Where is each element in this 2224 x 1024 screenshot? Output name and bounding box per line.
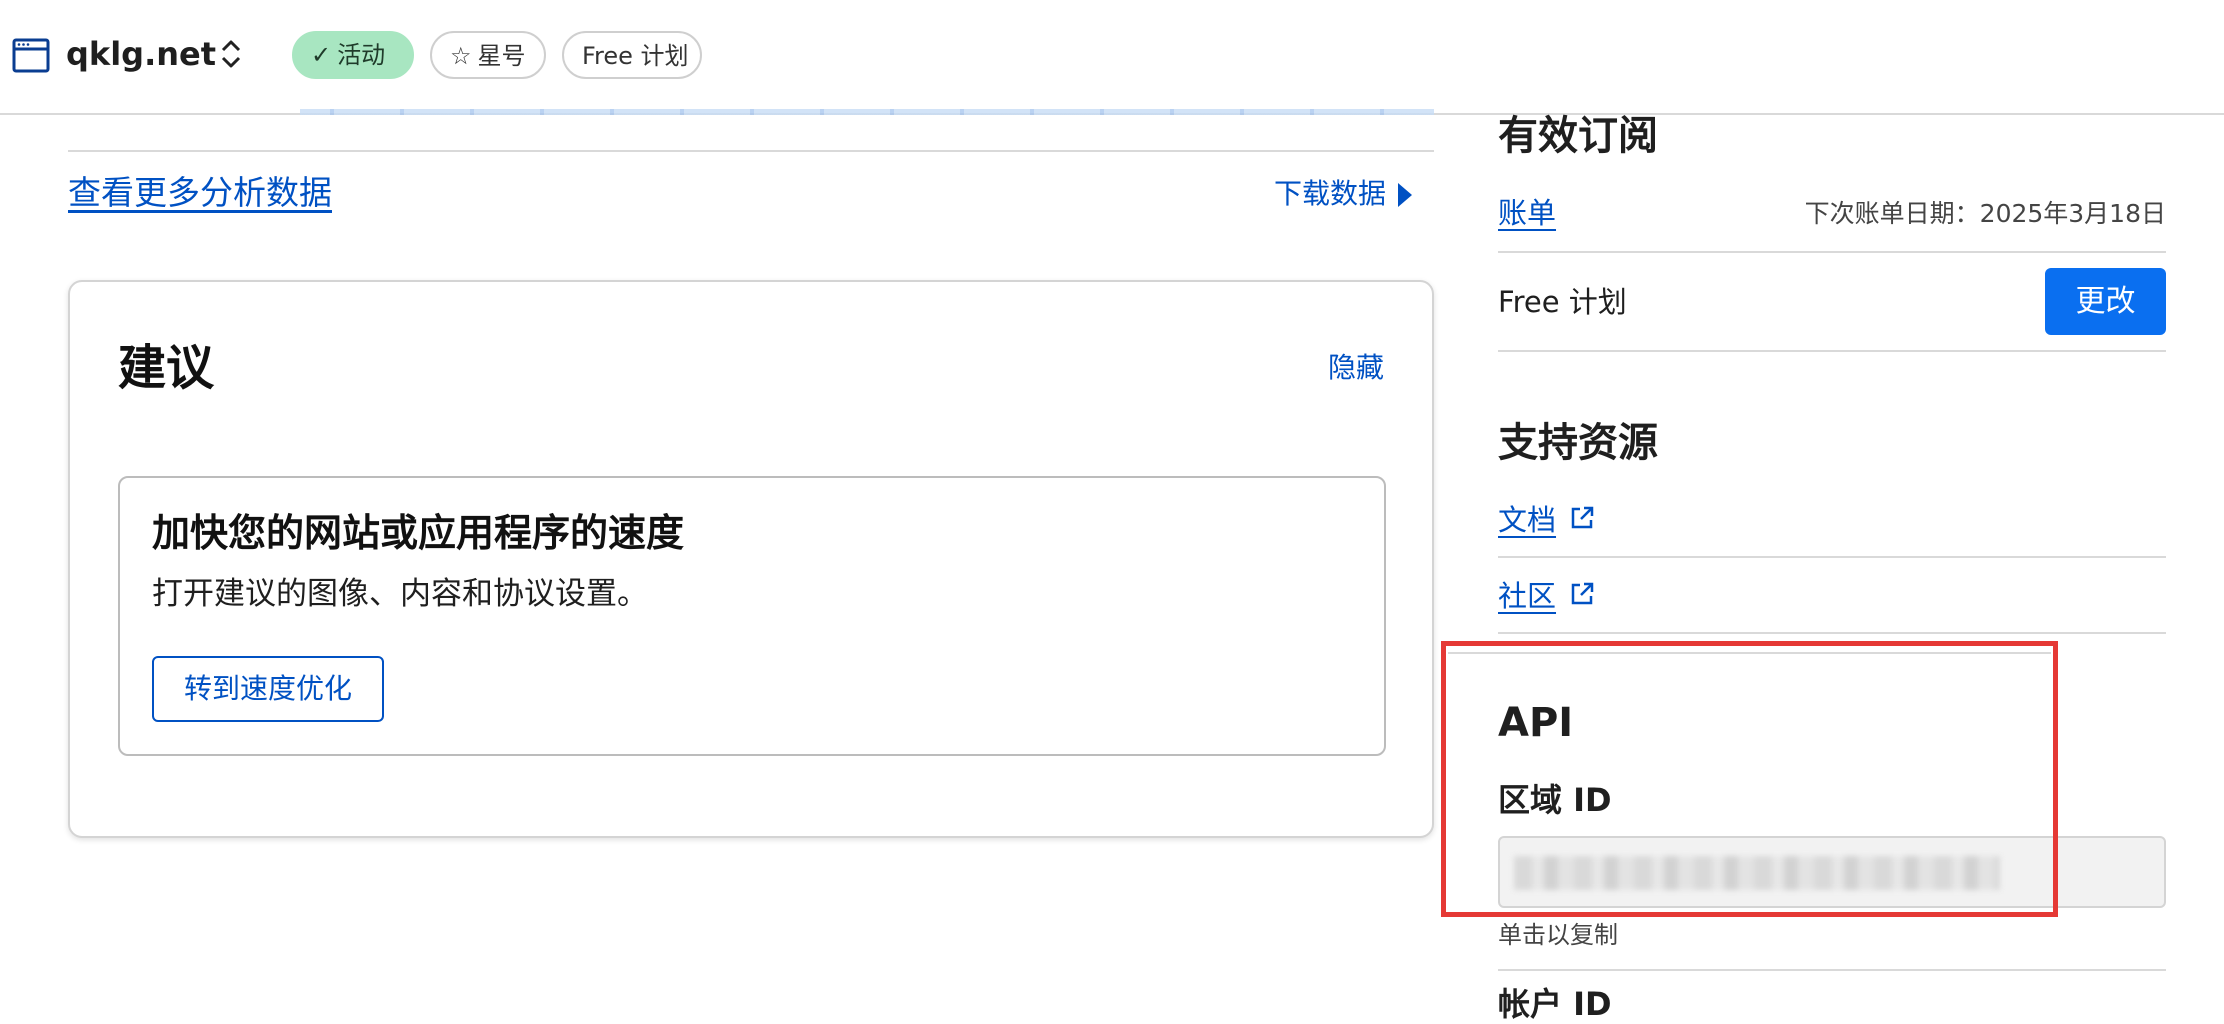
- zone-id-value-redacted: [1514, 856, 2000, 890]
- caret-right-icon: [1398, 183, 1412, 207]
- zone-id-field[interactable]: [1498, 836, 2166, 908]
- plan-badge: Free 计划: [562, 31, 702, 79]
- chevron-updown-icon[interactable]: [218, 36, 244, 72]
- divider: [68, 150, 1434, 152]
- recommendation-item: 加快您的网站或应用程序的速度 打开建议的图像、内容和协议设置。 转到速度优化: [118, 476, 1386, 756]
- api-heading: API: [1498, 700, 1574, 746]
- subscription-heading: 有效订阅: [1498, 113, 1658, 159]
- community-link[interactable]: 社区: [1498, 576, 1596, 616]
- divider: [1498, 556, 2166, 558]
- recommendation-description: 打开建议的图像、内容和协议设置。: [152, 576, 648, 612]
- next-bill-date: 下次账单日期：2025年3月18日: [1804, 199, 2166, 228]
- plan-name: Free 计划: [1498, 285, 1627, 319]
- chart-remnant: [300, 109, 1434, 115]
- top-header: qklg.net ✓ 活动 ☆ 星号 Free 计划: [0, 0, 2224, 115]
- account-id-label: 帐户 ID: [1498, 985, 1612, 1023]
- divider: [1498, 632, 2166, 634]
- recommendations-title: 建议: [118, 340, 215, 396]
- star-outline-icon: ☆: [450, 42, 472, 70]
- external-link-icon: [1568, 578, 1596, 606]
- copy-hint: 单击以复制: [1498, 921, 1618, 949]
- view-more-analytics-link[interactable]: 查看更多分析数据: [68, 168, 332, 218]
- check-icon: ✓: [311, 41, 332, 69]
- recommendation-title: 加快您的网站或应用程序的速度: [152, 511, 685, 555]
- docs-link[interactable]: 文档: [1498, 500, 1596, 540]
- recommendations-card: 建议 隐藏 加快您的网站或应用程序的速度 打开建议的图像、内容和协议设置。 转到…: [68, 280, 1434, 838]
- external-link-icon: [1568, 502, 1596, 530]
- divider: [1448, 652, 2051, 654]
- browser-window-icon: [12, 38, 50, 73]
- change-plan-button[interactable]: 更改: [2045, 268, 2166, 335]
- download-data-link[interactable]: 下载数据: [1274, 172, 1412, 216]
- star-button[interactable]: ☆ 星号: [430, 31, 546, 79]
- speed-optimization-button[interactable]: 转到速度优化: [152, 656, 384, 722]
- site-name: qklg.net: [66, 35, 216, 73]
- support-heading: 支持资源: [1498, 420, 1658, 466]
- divider: [1498, 350, 2166, 352]
- divider: [1498, 251, 2166, 253]
- hide-button[interactable]: 隐藏: [1328, 350, 1384, 386]
- status-badge: ✓ 活动: [292, 31, 414, 79]
- billing-link[interactable]: 账单: [1498, 193, 1556, 233]
- zone-id-label: 区域 ID: [1498, 781, 1612, 819]
- divider: [1498, 969, 2166, 971]
